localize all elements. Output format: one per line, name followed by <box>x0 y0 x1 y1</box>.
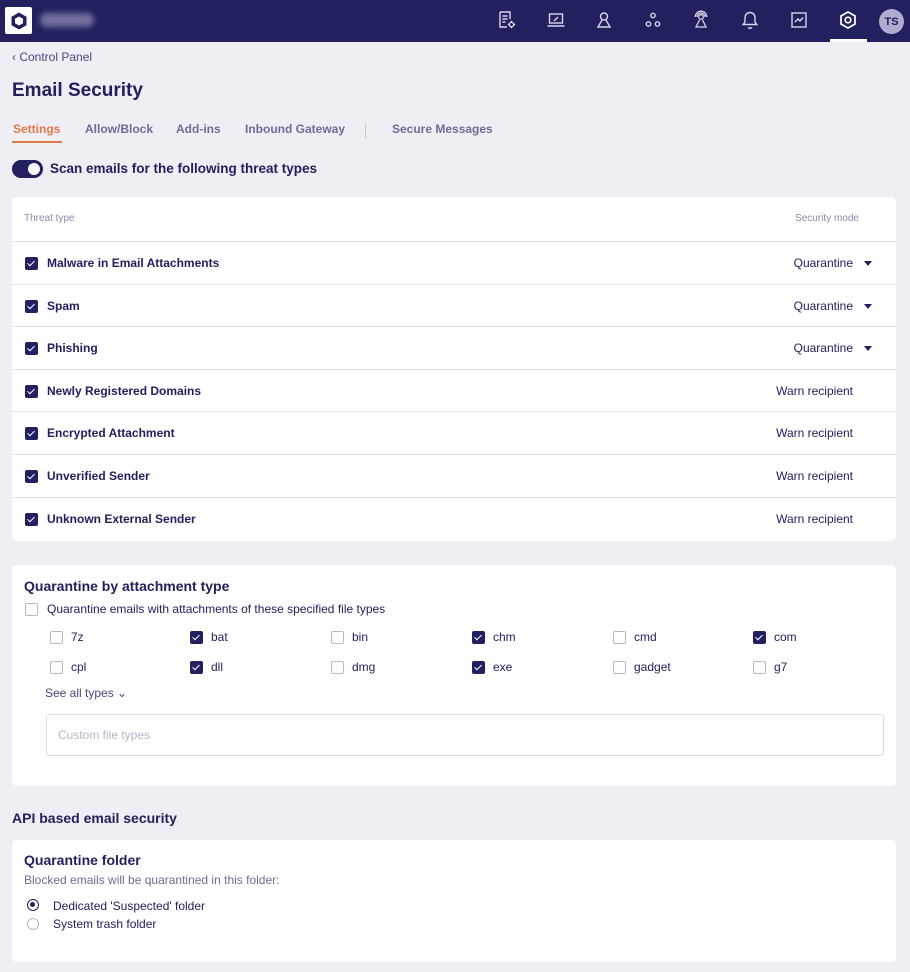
security-mode-dropdown[interactable]: Quarantine <box>794 341 853 355</box>
file-type-checkbox[interactable] <box>50 631 63 644</box>
scan-emails-toggle[interactable] <box>12 160 43 178</box>
radio-trash-folder[interactable] <box>27 918 39 930</box>
file-type-label: gadget <box>634 660 671 674</box>
threat-types-table: Threat type Security mode Malware in Ema… <box>12 197 896 541</box>
table-row: Unknown External Sender Warn recipient <box>12 497 896 540</box>
threat-checkbox[interactable] <box>25 470 38 483</box>
threat-checkbox[interactable] <box>25 300 38 313</box>
security-mode-value: Warn recipient <box>776 512 853 526</box>
user-signal-icon[interactable] <box>690 9 712 31</box>
threat-checkbox[interactable] <box>25 342 38 355</box>
breadcrumb-control-panel[interactable]: ‹ Control Panel <box>12 50 92 64</box>
file-type-label: com <box>774 630 797 644</box>
page-title: Email Security <box>12 80 143 101</box>
settings-hex-icon[interactable] <box>837 9 859 31</box>
custom-file-types-input[interactable] <box>46 714 884 756</box>
active-nav-indicator <box>830 39 867 42</box>
user-icon[interactable] <box>593 9 615 31</box>
file-type-label: dmg <box>352 660 376 674</box>
brand-name-redacted <box>40 13 94 27</box>
scan-emails-label: Scan emails for the following threat typ… <box>50 161 318 176</box>
threat-label: Newly Registered Domains <box>47 384 202 398</box>
security-mode-dropdown[interactable]: Quarantine <box>794 256 853 270</box>
file-type-checkbox[interactable] <box>613 661 626 674</box>
file-type-label: bin <box>352 630 369 644</box>
file-type-checkbox[interactable] <box>331 631 344 644</box>
top-navigation-bar: TS <box>0 0 910 42</box>
quarantine-attachments-checkbox[interactable] <box>25 603 38 616</box>
hexagon-logo-icon <box>11 12 26 29</box>
file-type-label: exe <box>493 660 513 674</box>
threat-checkbox[interactable] <box>25 513 38 526</box>
threat-label: Malware in Email Attachments <box>47 256 220 270</box>
tab-settings[interactable]: Settings <box>11 122 63 143</box>
file-type-checkbox[interactable] <box>753 661 766 674</box>
file-type-label: g7 <box>774 660 788 674</box>
threat-checkbox[interactable] <box>25 427 38 440</box>
file-type-checkbox[interactable] <box>50 661 63 674</box>
threat-label: Encrypted Attachment <box>47 426 175 440</box>
tab-allow-block[interactable]: Allow/Block <box>85 122 153 136</box>
file-type-checkbox[interactable] <box>331 661 344 674</box>
table-row: Encrypted Attachment Warn recipient <box>12 411 896 454</box>
table-row: Phishing Quarantine <box>12 326 896 369</box>
caret-down-icon[interactable] <box>864 261 872 266</box>
security-mode-dropdown[interactable]: Quarantine <box>794 299 853 313</box>
file-type-label: 7z <box>71 630 84 644</box>
threat-label: Unknown External Sender <box>47 512 196 526</box>
security-mode-value: Warn recipient <box>776 426 853 440</box>
quarantine-folder-title: Quarantine folder <box>24 852 141 868</box>
threat-label: Spam <box>47 299 80 313</box>
file-type-label: cmd <box>634 630 657 644</box>
api-section-title: API based email security <box>12 810 177 826</box>
security-mode-value: Warn recipient <box>776 384 853 398</box>
header-threat-type: Threat type <box>24 213 75 224</box>
file-type-checkbox[interactable] <box>190 661 203 674</box>
table-row: Newly Registered Domains Warn recipient <box>12 369 896 412</box>
radio-trash-folder-label: System trash folder <box>53 917 157 931</box>
file-type-label: chm <box>493 630 516 644</box>
quarantine-folder-subtitle: Blocked emails will be quarantined in th… <box>24 873 280 887</box>
tab-secure-messages[interactable]: Secure Messages <box>392 122 493 136</box>
bell-icon[interactable] <box>739 9 761 31</box>
file-type-checkbox[interactable] <box>472 661 485 674</box>
tab-add-ins[interactable]: Add-ins <box>176 122 221 136</box>
table-row: Spam Quarantine <box>12 284 896 327</box>
attachment-quarantine-card: Quarantine by attachment type Quarantine… <box>12 565 896 786</box>
policy-settings-icon[interactable] <box>496 9 518 31</box>
file-type-checkbox[interactable] <box>613 631 626 644</box>
caret-down-icon[interactable] <box>864 304 872 309</box>
network-nodes-icon[interactable] <box>642 9 664 31</box>
caret-down-icon[interactable] <box>864 346 872 351</box>
table-row: Unverified Sender Warn recipient <box>12 454 896 497</box>
threat-label: Phishing <box>47 341 98 355</box>
security-mode-value: Warn recipient <box>776 469 853 483</box>
see-all-types-link[interactable]: See all types ⌄ <box>45 686 127 700</box>
threat-label: Unverified Sender <box>47 469 150 483</box>
header-security-mode: Security mode <box>795 213 859 224</box>
laptop-icon[interactable] <box>545 9 567 31</box>
table-row: Malware in Email Attachments Quarantine <box>12 241 896 284</box>
chart-icon[interactable] <box>788 9 810 31</box>
quarantine-folder-card: Quarantine folder Blocked emails will be… <box>12 840 896 962</box>
radio-suspected-folder[interactable] <box>27 899 39 911</box>
file-type-label: dll <box>211 660 224 674</box>
file-type-checkbox[interactable] <box>472 631 485 644</box>
app-logo[interactable] <box>5 7 32 34</box>
file-type-checkbox[interactable] <box>190 631 203 644</box>
quarantine-attachments-label: Quarantine emails with attachments of th… <box>47 602 386 616</box>
file-type-checkbox[interactable] <box>753 631 766 644</box>
threat-checkbox[interactable] <box>25 385 38 398</box>
file-type-label: cpl <box>71 660 87 674</box>
threat-checkbox[interactable] <box>25 257 38 270</box>
tab-inbound-gateway[interactable]: Inbound Gateway <box>245 122 345 136</box>
tab-divider <box>365 123 366 138</box>
attachment-quarantine-title: Quarantine by attachment type <box>24 578 230 594</box>
user-avatar[interactable]: TS <box>879 9 904 34</box>
file-type-label: bat <box>211 630 228 644</box>
radio-suspected-folder-label: Dedicated 'Suspected' folder <box>53 899 206 913</box>
